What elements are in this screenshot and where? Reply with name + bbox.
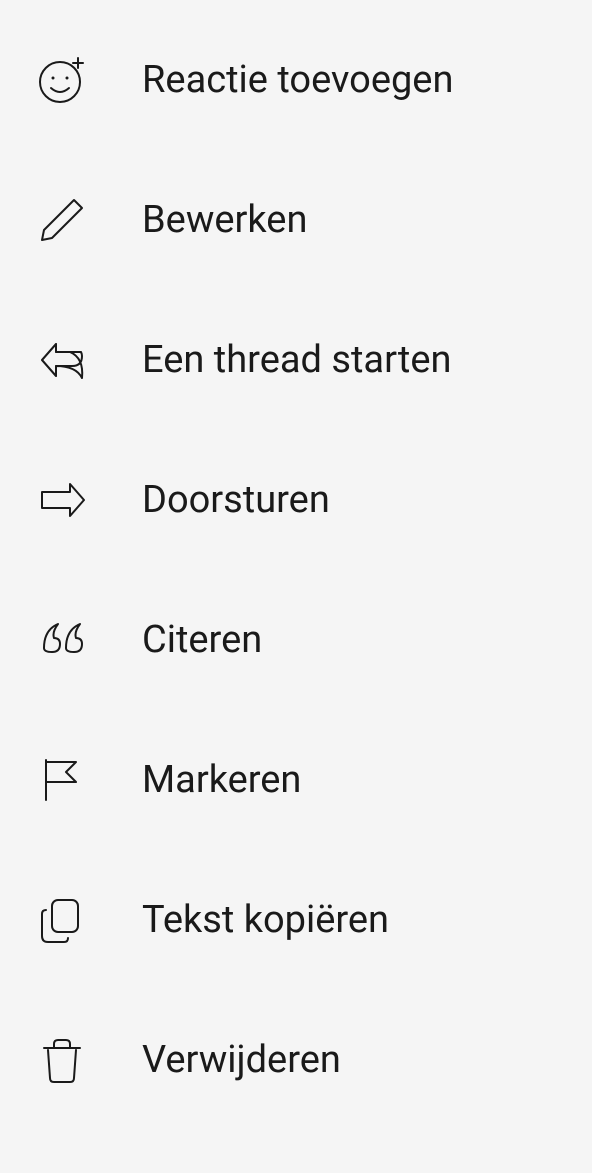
menu-item-label: Tekst kopiëren [142, 898, 389, 942]
menu-item-edit[interactable]: Bewerken [0, 150, 592, 290]
menu-item-label: Bewerken [142, 198, 307, 242]
pencil-icon [36, 194, 88, 246]
quote-icon [36, 614, 88, 666]
menu-item-label: Markeren [142, 758, 301, 802]
reply-arrow-icon [36, 334, 88, 386]
menu-item-forward[interactable]: Doorsturen [0, 430, 592, 570]
menu-item-label: Een thread starten [142, 338, 451, 382]
menu-item-label: Doorsturen [142, 478, 330, 522]
copy-icon [36, 894, 88, 946]
flag-icon [36, 754, 88, 806]
menu-item-delete[interactable]: Verwijderen [0, 990, 592, 1130]
menu-item-mark[interactable]: Markeren [0, 710, 592, 850]
menu-item-quote[interactable]: Citeren [0, 570, 592, 710]
menu-item-copy-text[interactable]: Tekst kopiëren [0, 850, 592, 990]
menu-item-label: Reactie toevoegen [142, 58, 453, 102]
smile-plus-icon [36, 54, 88, 106]
forward-arrow-icon [36, 474, 88, 526]
menu-item-start-thread[interactable]: Een thread starten [0, 290, 592, 430]
context-menu: Reactie toevoegen Bewerken Een thread st… [0, 0, 592, 1140]
menu-item-label: Verwijderen [142, 1038, 341, 1082]
menu-item-add-reaction[interactable]: Reactie toevoegen [0, 10, 592, 150]
trash-icon [36, 1034, 88, 1086]
menu-item-label: Citeren [142, 618, 262, 662]
